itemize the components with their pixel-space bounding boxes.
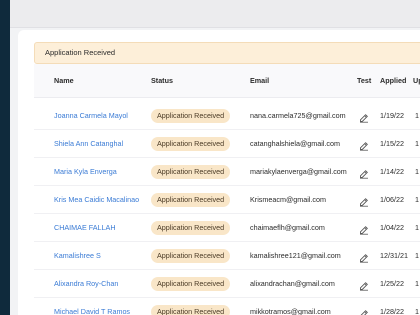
email-text: mikkotramos@gmail.com — [250, 307, 331, 315]
status-badge: Application Received — [151, 109, 231, 123]
column-header-status[interactable]: Status — [151, 76, 173, 85]
table-row: Kris Mea Caidic Macalinao Application Rec… — [34, 186, 420, 214]
status-badge: Application Received — [151, 277, 231, 291]
edit-icon[interactable] — [359, 278, 369, 291]
updated-date: 1 — [415, 167, 419, 176]
column-header-applied[interactable]: Applied — [380, 76, 406, 85]
status-badge: Application Received — [151, 137, 231, 151]
updated-date: 1 — [415, 223, 419, 232]
edit-icon[interactable] — [359, 138, 369, 151]
status-badge: Application Received — [151, 249, 231, 263]
edit-icon[interactable] — [359, 306, 369, 315]
applied-date: 1/15/22 — [380, 139, 404, 148]
table-row: Alixandra Roy-Chan Application Received al… — [34, 270, 420, 298]
applied-date: 1/25/22 — [380, 279, 404, 288]
table-row: Joanna Carmela Mayol Application Received… — [34, 102, 420, 130]
email-text: chaimaeflh@gmail.com — [250, 223, 325, 232]
table-header: Name Status Email Test Applied Up — [34, 64, 420, 98]
email-text: kamalishree121@gmail.com — [250, 251, 341, 260]
table-row: CHAIMAE FALLAH Application Received chaima… — [34, 214, 420, 242]
applicant-name-link[interactable]: Michael David T Ramos — [54, 307, 130, 315]
column-header-name[interactable]: Name — [54, 76, 74, 85]
email-text: alixandrachan@gmail.com — [250, 279, 335, 288]
status-badge: Application Received — [151, 165, 231, 179]
email-text: mariakylaenverga@gmail.com — [250, 167, 347, 176]
updated-date: 1 — [415, 195, 419, 204]
applicant-name-link[interactable]: CHAIMAE FALLAH — [54, 223, 116, 232]
edit-icon[interactable] — [359, 250, 369, 263]
applicant-name-link[interactable]: Maria Kyla Enverga — [54, 167, 117, 176]
updated-date: 1 — [415, 307, 419, 315]
edit-icon[interactable] — [359, 110, 369, 123]
applicant-name-link[interactable]: Kamalishree S — [54, 251, 101, 260]
applicant-name-link[interactable]: Kris Mea Caidic Macalinao — [54, 195, 139, 204]
applicant-name-link[interactable]: Shiela Ann Catanghal — [54, 139, 123, 148]
column-header-updated[interactable]: Up — [413, 76, 420, 85]
applicant-name-link[interactable]: Joanna Carmela Mayol — [54, 111, 128, 120]
table-row: Kamalishree S Application Received kamalis… — [34, 242, 420, 270]
column-header-test[interactable]: Test — [357, 76, 371, 85]
updated-date: 1 — [415, 251, 419, 260]
applied-date: 1/28/22 — [380, 307, 404, 315]
table-row: Michael David T Ramos Application Receive… — [34, 298, 420, 315]
applied-date: 1/14/22 — [380, 167, 404, 176]
applicant-name-link[interactable]: Alixandra Roy-Chan — [54, 279, 118, 288]
table-row: Maria Kyla Enverga Application Received ma… — [34, 158, 420, 186]
table-row: Shiela Ann Catanghal Application Received… — [34, 130, 420, 158]
status-badge: Application Received — [151, 193, 231, 207]
column-header-email[interactable]: Email — [250, 76, 269, 85]
email-text: Krismeacm@gmail.com — [250, 195, 326, 204]
updated-date: 1 — [415, 139, 419, 148]
email-text: catanghalshiela@gmail.com — [250, 139, 340, 148]
status-badge: Application Received — [151, 305, 231, 315]
applied-date: 12/31/21 — [380, 251, 408, 260]
top-bar — [0, 0, 420, 28]
edit-icon[interactable] — [359, 194, 369, 207]
status-filter-banner[interactable]: Application Received — [34, 42, 420, 64]
updated-date: 1 — [415, 279, 419, 288]
sidebar — [0, 0, 10, 315]
applied-date: 1/04/22 — [380, 223, 404, 232]
banner-title: Application Received — [45, 48, 116, 57]
applied-date: 1/19/22 — [380, 111, 404, 120]
status-badge: Application Received — [151, 221, 231, 235]
edit-icon[interactable] — [359, 166, 369, 179]
edit-icon[interactable] — [359, 222, 369, 235]
email-text: nana.carmela725@gmail.com — [250, 111, 346, 120]
updated-date: 1 — [415, 111, 419, 120]
applied-date: 1/06/22 — [380, 195, 404, 204]
